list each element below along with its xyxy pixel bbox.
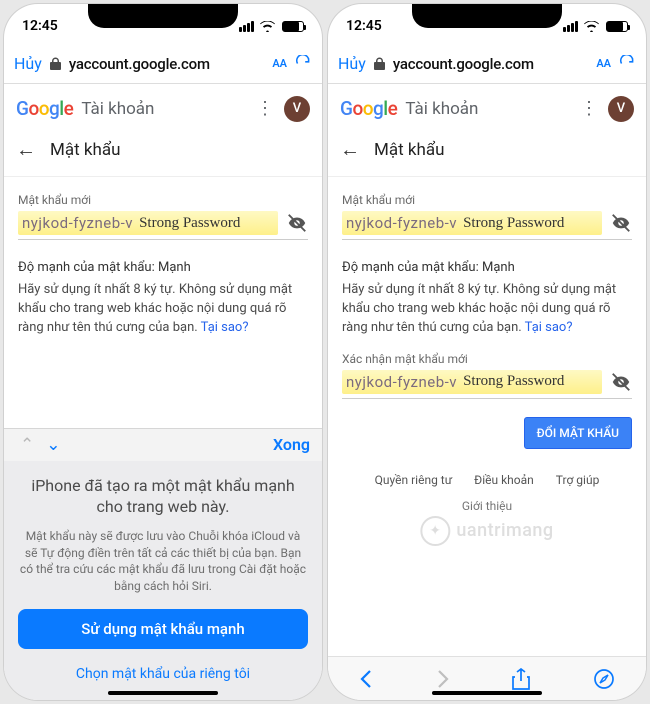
divider [4,176,322,177]
password-input[interactable]: nyjkod-fyzneb-v Strong Password [18,211,278,235]
why-link[interactable]: Tại sao? [201,320,249,335]
reload-icon[interactable] [619,55,636,72]
battery-icon [606,21,628,32]
avatar[interactable]: V [284,96,310,122]
strong-password-label: Strong Password [463,215,564,232]
confirm-password-label: Xác nhận mật khẩu mới [342,352,632,366]
account-word: Tài khoản [81,99,154,119]
signal-icon [563,21,578,32]
home-indicator [432,691,542,695]
battery-icon [282,21,304,32]
footer-links: Quyền riêng tư Điều khoản Trợ giúp [342,473,632,487]
strength-line: Độ mạnh của mật khẩu: Mạnh [342,260,632,275]
url-text: yaccount.google.com [393,55,589,73]
reload-icon[interactable] [295,55,312,72]
cancel-button[interactable]: Hủy [338,54,366,73]
hint-text: Hãy sử dụng ít nhất 8 ký tự. Không sử dụ… [18,282,292,335]
visibility-toggle-icon[interactable] [286,212,308,234]
password-hint: Hãy sử dụng ít nhất 8 ký tự. Không sử dụ… [18,281,308,338]
change-password-button[interactable]: ĐỔI MẬT KHẨU [524,417,632,449]
url-bar: Hủy yaccount.google.com AA [328,44,646,84]
generated-password: nyjkod-fyzneb-v [22,214,133,232]
new-password-field[interactable]: nyjkod-fyzneb-v Strong Password [18,211,308,240]
keyboard-accessory: ⌃ ⌄ Xong [4,428,322,461]
lock-icon [374,57,385,71]
back-icon[interactable]: ← [16,137,36,162]
help-link[interactable]: Trợ giúp [556,473,600,487]
intro-link[interactable]: Giới thiệu [342,499,632,513]
notch [412,4,562,28]
sub-header: ← Mật khẩu [4,129,322,176]
text-size-button[interactable]: AA [272,57,287,70]
new-password-field[interactable]: nyjkod-fyzneb-v Strong Password [342,211,632,240]
account-word: Tài khoản [405,99,478,119]
avatar[interactable]: V [608,96,634,122]
content: Mật khẩu mới nyjkod-fyzneb-v Strong Pass… [4,187,322,428]
new-password-label: Mật khẩu mới [18,193,308,207]
generated-password: nyjkod-fyzneb-v [346,214,457,232]
google-logo: Google [340,97,397,120]
strong-password-label: Strong Password [139,215,240,232]
status-time: 12:45 [22,18,58,34]
page-title: Mật khẩu [374,140,444,160]
watermark: uantrimang [420,516,553,546]
use-strong-password-button[interactable]: Sử dụng mật khẩu mạnh [18,609,308,649]
notch [88,4,238,28]
strong-password-sheet: iPhone đã tạo ra một mật khẩu mạnh cho t… [4,461,322,700]
sheet-body: Mật khẩu này sẽ được lưu vào Chuỗi khóa … [18,528,308,595]
url-text: yaccount.google.com [69,55,265,73]
nav-back-icon[interactable] [359,669,373,689]
choose-own-password-button[interactable]: Chọn mật khẩu của riêng tôi [76,666,250,682]
chevron-up-icon: ⌃ [16,435,38,455]
sheet-title: iPhone đã tạo ra một mật khẩu mạnh cho t… [18,475,308,518]
app-header: Google Tài khoản ⋮ V [4,84,322,129]
cancel-button[interactable]: Hủy [14,54,42,73]
phone-left: 12:45 Hủy yaccount.google.com AA Google … [4,4,322,700]
content: Mật khẩu mới nyjkod-fyzneb-v Strong Pass… [328,187,646,656]
signal-icon [239,21,254,32]
lock-icon [50,57,61,71]
phone-right: 12:45 Hủy yaccount.google.com AA Google … [328,4,646,700]
wifi-icon [260,21,275,32]
wifi-icon [584,21,599,32]
visibility-toggle-icon[interactable] [610,212,632,234]
status-time: 12:45 [346,18,382,34]
share-icon[interactable] [512,668,530,690]
password-hint: Hãy sử dụng ít nhất 8 ký tự. Không sử dụ… [342,281,632,338]
visibility-toggle-icon[interactable] [610,371,632,393]
generated-password: nyjkod-fyzneb-v [346,373,457,391]
menu-icon[interactable]: ⋮ [576,94,602,123]
password-input[interactable]: nyjkod-fyzneb-v Strong Password [342,370,602,394]
status-right [239,21,304,32]
status-right [563,21,628,32]
safari-icon[interactable] [593,668,615,690]
menu-icon[interactable]: ⋮ [252,94,278,123]
strong-password-label: Strong Password [463,373,564,390]
done-button[interactable]: Xong [273,435,310,454]
divider [328,176,646,177]
new-password-label: Mật khẩu mới [342,193,632,207]
page-title: Mật khẩu [50,140,120,160]
chevron-down-icon[interactable]: ⌄ [42,435,64,455]
privacy-link[interactable]: Quyền riêng tư [375,473,452,487]
nav-forward-icon [436,669,450,689]
home-indicator [108,691,218,695]
sub-header: ← Mật khẩu [328,129,646,176]
back-icon[interactable]: ← [340,137,360,162]
url-bar: Hủy yaccount.google.com AA [4,44,322,84]
strength-line: Độ mạnh của mật khẩu: Mạnh [18,260,308,275]
password-input[interactable]: nyjkod-fyzneb-v Strong Password [342,211,602,235]
text-size-button[interactable]: AA [596,57,611,70]
confirm-password-field[interactable]: nyjkod-fyzneb-v Strong Password [342,370,632,399]
hint-text: Hãy sử dụng ít nhất 8 ký tự. Không sử dụ… [342,282,616,335]
terms-link[interactable]: Điều khoản [474,473,534,487]
app-header: Google Tài khoản ⋮ V [328,84,646,129]
why-link[interactable]: Tại sao? [525,320,573,335]
google-logo: Google [16,97,73,120]
